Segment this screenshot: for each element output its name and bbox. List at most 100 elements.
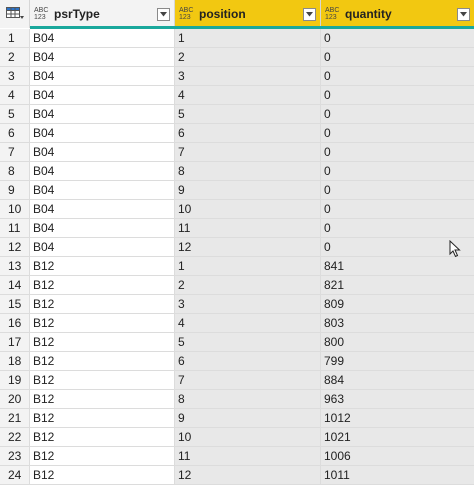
table-row[interactable]: 9 B04 9 0	[0, 181, 474, 200]
cell-psrtype[interactable]: B04	[30, 238, 175, 256]
cell-psrtype[interactable]: B12	[30, 409, 175, 427]
cell-psrtype[interactable]: B12	[30, 276, 175, 294]
cell-psrtype[interactable]: B12	[30, 390, 175, 408]
row-number[interactable]: 7	[0, 143, 30, 161]
cell-psrtype[interactable]: B04	[30, 181, 175, 199]
cell-quantity[interactable]: 0	[321, 143, 474, 161]
cell-quantity[interactable]: 0	[321, 29, 474, 47]
row-number[interactable]: 16	[0, 314, 30, 332]
cell-quantity[interactable]: 0	[321, 181, 474, 199]
table-row[interactable]: 16 B12 4 803	[0, 314, 474, 333]
cell-position[interactable]: 12	[175, 238, 321, 256]
cell-psrtype[interactable]: B12	[30, 352, 175, 370]
table-row[interactable]: 14 B12 2 821	[0, 276, 474, 295]
table-menu-button[interactable]	[0, 0, 30, 28]
table-row[interactable]: 10 B04 10 0	[0, 200, 474, 219]
cell-position[interactable]: 2	[175, 48, 321, 66]
table-row[interactable]: 12 B04 12 0	[0, 238, 474, 257]
cell-position[interactable]: 1	[175, 29, 321, 47]
any-type-icon[interactable]: ABC 123	[179, 7, 195, 21]
cell-quantity[interactable]: 963	[321, 390, 474, 408]
cell-position[interactable]: 10	[175, 428, 321, 446]
table-row[interactable]: 7 B04 7 0	[0, 143, 474, 162]
table-row[interactable]: 22 B12 10 1021	[0, 428, 474, 447]
cell-quantity[interactable]: 1011	[321, 466, 474, 484]
cell-psrtype[interactable]: B04	[30, 29, 175, 47]
cell-position[interactable]: 4	[175, 314, 321, 332]
cell-position[interactable]: 3	[175, 295, 321, 313]
row-number[interactable]: 6	[0, 124, 30, 142]
row-number[interactable]: 10	[0, 200, 30, 218]
table-row[interactable]: 1 B04 1 0	[0, 29, 474, 48]
table-row[interactable]: 5 B04 5 0	[0, 105, 474, 124]
cell-position[interactable]: 3	[175, 67, 321, 85]
cell-position[interactable]: 9	[175, 181, 321, 199]
cell-psrtype[interactable]: B04	[30, 124, 175, 142]
cell-position[interactable]: 4	[175, 86, 321, 104]
table-row[interactable]: 20 B12 8 963	[0, 390, 474, 409]
table-row[interactable]: 24 B12 12 1011	[0, 466, 474, 485]
row-number[interactable]: 4	[0, 86, 30, 104]
any-type-icon[interactable]: ABC 123	[34, 7, 50, 21]
cell-position[interactable]: 6	[175, 352, 321, 370]
cell-position[interactable]: 11	[175, 447, 321, 465]
row-number[interactable]: 20	[0, 390, 30, 408]
any-type-icon[interactable]: ABC 123	[325, 7, 341, 21]
cell-psrtype[interactable]: B04	[30, 86, 175, 104]
cell-psrtype[interactable]: B04	[30, 67, 175, 85]
cell-psrtype[interactable]: B04	[30, 200, 175, 218]
table-row[interactable]: 2 B04 2 0	[0, 48, 474, 67]
cell-psrtype[interactable]: B12	[30, 447, 175, 465]
cell-psrtype[interactable]: B04	[30, 105, 175, 123]
cell-quantity[interactable]: 0	[321, 48, 474, 66]
cell-position[interactable]: 2	[175, 276, 321, 294]
cell-quantity[interactable]: 0	[321, 124, 474, 142]
row-number[interactable]: 8	[0, 162, 30, 180]
cell-psrtype[interactable]: B04	[30, 48, 175, 66]
row-number[interactable]: 1	[0, 29, 30, 47]
table-row[interactable]: 21 B12 9 1012	[0, 409, 474, 428]
cell-quantity[interactable]: 800	[321, 333, 474, 351]
cell-position[interactable]: 5	[175, 105, 321, 123]
row-number[interactable]: 24	[0, 466, 30, 484]
table-row[interactable]: 13 B12 1 841	[0, 257, 474, 276]
table-row[interactable]: 3 B04 3 0	[0, 67, 474, 86]
cell-position[interactable]: 6	[175, 124, 321, 142]
cell-psrtype[interactable]: B12	[30, 333, 175, 351]
filter-dropdown-icon[interactable]	[457, 7, 470, 21]
cell-quantity[interactable]: 0	[321, 86, 474, 104]
cell-position[interactable]: 11	[175, 219, 321, 237]
row-number[interactable]: 14	[0, 276, 30, 294]
cell-psrtype[interactable]: B12	[30, 257, 175, 275]
row-number[interactable]: 23	[0, 447, 30, 465]
cell-quantity[interactable]: 0	[321, 105, 474, 123]
row-number[interactable]: 18	[0, 352, 30, 370]
cell-psrtype[interactable]: B04	[30, 143, 175, 161]
row-number[interactable]: 17	[0, 333, 30, 351]
cell-psrtype[interactable]: B12	[30, 314, 175, 332]
cell-quantity[interactable]: 1006	[321, 447, 474, 465]
cell-quantity[interactable]: 0	[321, 219, 474, 237]
cell-position[interactable]: 9	[175, 409, 321, 427]
table-row[interactable]: 15 B12 3 809	[0, 295, 474, 314]
cell-position[interactable]: 1	[175, 257, 321, 275]
row-number[interactable]: 13	[0, 257, 30, 275]
cell-position[interactable]: 5	[175, 333, 321, 351]
row-number[interactable]: 5	[0, 105, 30, 123]
table-row[interactable]: 23 B12 11 1006	[0, 447, 474, 466]
filter-dropdown-icon[interactable]	[157, 7, 170, 21]
row-number[interactable]: 15	[0, 295, 30, 313]
cell-quantity[interactable]: 1021	[321, 428, 474, 446]
cell-psrtype[interactable]: B12	[30, 371, 175, 389]
table-row[interactable]: 8 B04 8 0	[0, 162, 474, 181]
cell-position[interactable]: 10	[175, 200, 321, 218]
row-number[interactable]: 9	[0, 181, 30, 199]
row-number[interactable]: 11	[0, 219, 30, 237]
cell-position[interactable]: 7	[175, 143, 321, 161]
column-header-position[interactable]: ABC 123 position	[175, 0, 321, 28]
row-number[interactable]: 3	[0, 67, 30, 85]
row-number[interactable]: 12	[0, 238, 30, 256]
cell-psrtype[interactable]: B12	[30, 466, 175, 484]
cell-quantity[interactable]: 799	[321, 352, 474, 370]
cell-position[interactable]: 8	[175, 162, 321, 180]
